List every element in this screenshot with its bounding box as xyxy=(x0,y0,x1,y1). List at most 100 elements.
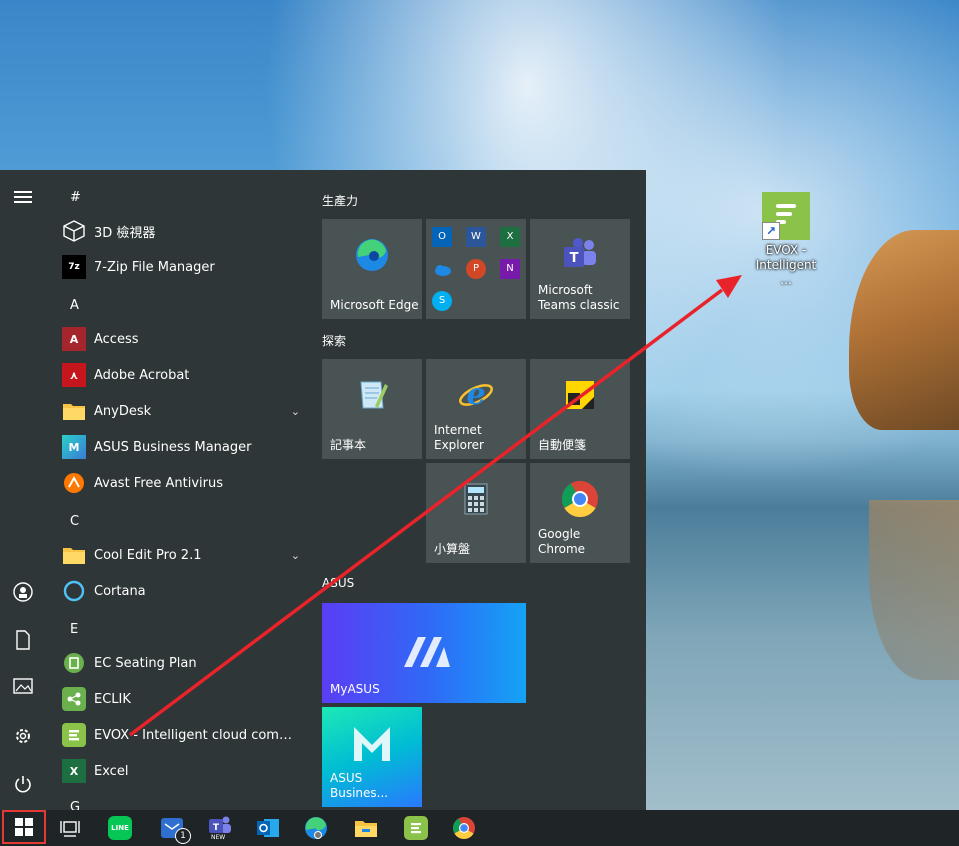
shortcut-arrow-icon: ↗ xyxy=(762,222,780,240)
app-avast[interactable]: Avast Free Antivirus xyxy=(62,468,308,498)
word-icon[interactable]: W xyxy=(466,227,486,247)
eclik-icon xyxy=(62,687,86,711)
start-menu: # 3D 檢視器 7z 7-Zip File Manager A A Acces… xyxy=(0,170,646,810)
ec-seating-icon xyxy=(62,651,86,675)
sevenzip-icon: 7z xyxy=(62,255,86,279)
taskbar-edge[interactable] xyxy=(300,813,332,843)
letter-header-e[interactable]: E xyxy=(70,622,78,637)
power-icon[interactable] xyxy=(12,774,34,796)
acrobat-icon: ⋏ xyxy=(62,363,86,387)
taskbar-line[interactable]: LINE xyxy=(104,813,136,843)
asus-bm-icon: M xyxy=(62,435,86,459)
svg-text:T: T xyxy=(213,823,220,833)
avast-icon xyxy=(62,471,86,495)
outlook-icon xyxy=(257,819,279,837)
myasus-icon xyxy=(400,633,452,673)
teams-new-icon: T NEW xyxy=(208,816,232,841)
group-explore[interactable]: 探索 xyxy=(322,332,346,349)
taskbar-evox[interactable] xyxy=(400,813,432,843)
folder-icon xyxy=(62,399,86,423)
app-3d-viewer[interactable]: 3D 檢視器 xyxy=(62,216,308,246)
tile-microsoft-teams[interactable]: T Microsoft Teams classic xyxy=(530,219,630,319)
app-7zip[interactable]: 7z 7-Zip File Manager xyxy=(62,252,308,282)
access-icon: A xyxy=(62,327,86,351)
start-button[interactable] xyxy=(2,810,46,844)
powerpoint-icon[interactable]: P xyxy=(466,259,486,279)
taskbar-mail-app[interactable]: 1 xyxy=(156,813,191,844)
start-rail xyxy=(0,170,46,810)
svg-text:e: e xyxy=(466,377,485,412)
notepad-icon xyxy=(355,378,389,416)
desktop-icon-label: EVOX - Intelligent ... xyxy=(755,243,817,287)
tile-myasus[interactable]: MyASUS xyxy=(322,603,526,703)
app-anydesk-folder[interactable]: AnyDesk ⌄ xyxy=(62,396,308,426)
app-evox[interactable]: EVOX - Intelligent cloud communic... xyxy=(62,720,308,750)
taskbar-teams[interactable]: T NEW xyxy=(204,813,236,843)
app-cortana[interactable]: Cortana xyxy=(62,576,308,606)
windows-logo-icon xyxy=(15,818,33,836)
calculator-icon xyxy=(464,483,488,519)
settings-icon[interactable] xyxy=(12,726,34,748)
letter-header-g[interactable]: G xyxy=(70,800,80,810)
cube-icon xyxy=(62,219,86,243)
group-productivity[interactable]: 生產力 xyxy=(322,192,358,209)
document-icon[interactable] xyxy=(12,630,34,652)
svg-text:T: T xyxy=(570,251,579,266)
excel-icon[interactable]: X xyxy=(500,227,520,247)
cortana-icon xyxy=(62,579,86,603)
app-eclik[interactable]: ECLIK xyxy=(62,684,308,714)
group-asus[interactable]: ASUS xyxy=(322,576,354,590)
chrome-icon xyxy=(453,817,475,839)
mail-icon: 1 xyxy=(161,818,191,844)
taskbar-file-explorer[interactable] xyxy=(350,813,382,843)
evox-icon xyxy=(404,816,428,840)
tile-google-chrome[interactable]: Google Chrome xyxy=(530,463,630,563)
tile-asus-business-manager[interactable]: ASUS Busines... xyxy=(322,707,422,807)
task-view-icon xyxy=(60,821,80,837)
tile-calculator[interactable]: 小算盤 xyxy=(426,463,526,563)
excel-icon: X xyxy=(62,759,86,783)
desktop-icon-evox[interactable]: ↗ EVOX - Intelligent ... xyxy=(750,192,822,288)
folder-icon xyxy=(355,821,377,837)
evox-icon xyxy=(62,723,86,747)
onenote-icon[interactable]: N xyxy=(500,259,520,279)
folder-icon xyxy=(62,543,86,567)
taskbar: LINE 1 T NEW xyxy=(0,810,959,846)
hamburger-icon[interactable] xyxy=(12,188,34,210)
taskbar-outlook[interactable] xyxy=(252,813,284,843)
chrome-icon xyxy=(561,480,599,522)
onedrive-icon[interactable] xyxy=(432,259,452,279)
taskbar-chrome[interactable] xyxy=(448,813,480,843)
tile-office-group[interactable]: O W X P N S xyxy=(426,219,526,319)
user-icon[interactable] xyxy=(12,582,34,604)
line-icon: LINE xyxy=(108,816,132,840)
chevron-down-icon: ⌄ xyxy=(290,548,300,562)
app-adobe-acrobat[interactable]: ⋏ Adobe Acrobat xyxy=(62,360,308,390)
asus-bm-icon xyxy=(350,723,394,767)
tile-sticky-notes[interactable]: 自動便箋 xyxy=(530,359,630,459)
sticky-notes-icon xyxy=(564,379,596,415)
tile-microsoft-edge[interactable]: Microsoft Edge xyxy=(322,219,422,319)
app-access[interactable]: A Access xyxy=(62,324,308,354)
app-list[interactable]: # 3D 檢視器 7z 7-Zip File Manager A A Acces… xyxy=(46,170,308,810)
task-view-button[interactable] xyxy=(54,813,86,843)
chevron-down-icon: ⌄ xyxy=(290,404,300,418)
app-excel[interactable]: X Excel xyxy=(62,756,308,786)
internet-explorer-icon: e xyxy=(458,377,494,417)
teams-icon: T xyxy=(562,237,598,273)
pictures-icon[interactable] xyxy=(12,678,34,700)
letter-header-a[interactable]: A xyxy=(70,298,79,313)
edge-icon xyxy=(354,237,390,277)
app-asus-business-manager[interactable]: M ASUS Business Manager xyxy=(62,432,308,462)
edge-icon xyxy=(305,817,327,839)
evox-icon: ↗ xyxy=(762,192,810,240)
app-ec-seating-plan[interactable]: EC Seating Plan xyxy=(62,648,308,678)
letter-header-hash[interactable]: # xyxy=(70,190,81,205)
letter-header-c[interactable]: C xyxy=(70,514,79,529)
tile-notepad[interactable]: 記事本 xyxy=(322,359,422,459)
skype-icon[interactable]: S xyxy=(432,291,452,311)
notification-badge: 1 xyxy=(175,828,191,844)
tile-internet-explorer[interactable]: e Internet Explorer xyxy=(426,359,526,459)
app-cool-edit-folder[interactable]: Cool Edit Pro 2.1 ⌄ xyxy=(62,540,308,570)
outlook-icon[interactable]: O xyxy=(432,227,452,247)
